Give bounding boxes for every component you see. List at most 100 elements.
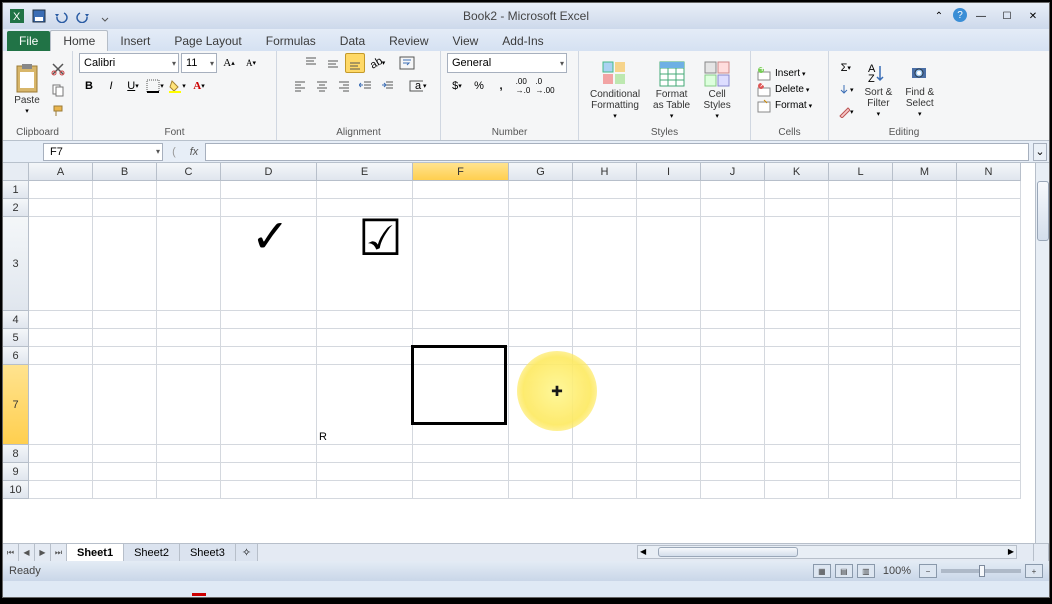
paste-button[interactable]: Paste ▾: [9, 61, 45, 118]
cell-M8[interactable]: [893, 445, 957, 463]
sheet-nav-next[interactable]: ▶: [35, 544, 51, 561]
cell-D2[interactable]: [221, 199, 317, 217]
row-header-5[interactable]: 5: [3, 329, 29, 347]
cell-E10[interactable]: [317, 481, 413, 499]
column-header-M[interactable]: M: [893, 163, 957, 181]
cell-I10[interactable]: [637, 481, 701, 499]
cell-M2[interactable]: [893, 199, 957, 217]
redo-icon[interactable]: [73, 6, 93, 26]
cell-F7[interactable]: [413, 365, 509, 445]
cell-I4[interactable]: [637, 311, 701, 329]
orientation-button[interactable]: ab▾: [367, 53, 387, 73]
number-format-dropdown[interactable]: General: [447, 53, 567, 73]
cell-F2[interactable]: [413, 199, 509, 217]
cell-J6[interactable]: [701, 347, 765, 365]
horizontal-scrollbar[interactable]: ◀ ▶: [637, 545, 1017, 559]
cell-B8[interactable]: [93, 445, 157, 463]
cell-H3[interactable]: [573, 217, 637, 311]
cell-F3[interactable]: [413, 217, 509, 311]
cell-B5[interactable]: [93, 329, 157, 347]
cell-K8[interactable]: [765, 445, 829, 463]
percent-format-button[interactable]: %: [469, 76, 489, 96]
column-header-I[interactable]: I: [637, 163, 701, 181]
cell-I2[interactable]: [637, 199, 701, 217]
cell-M1[interactable]: [893, 181, 957, 199]
cell-N3[interactable]: [957, 217, 1021, 311]
cell-F4[interactable]: [413, 311, 509, 329]
cell-N4[interactable]: [957, 311, 1021, 329]
underline-button[interactable]: U▾: [123, 76, 143, 96]
cell-M4[interactable]: [893, 311, 957, 329]
sheet-tab-2[interactable]: Sheet2: [124, 544, 180, 561]
delete-cells-button[interactable]: ×Delete▾: [757, 83, 812, 97]
name-box[interactable]: F7: [43, 143, 163, 161]
cell-A5[interactable]: [29, 329, 93, 347]
cell-A4[interactable]: [29, 311, 93, 329]
cell-A10[interactable]: [29, 481, 93, 499]
cell-F6[interactable]: [413, 347, 509, 365]
cell-G9[interactable]: [509, 463, 573, 481]
cell-D6[interactable]: [221, 347, 317, 365]
cell-A8[interactable]: [29, 445, 93, 463]
zoom-slider[interactable]: [941, 569, 1021, 573]
column-header-B[interactable]: B: [93, 163, 157, 181]
cell-K1[interactable]: [765, 181, 829, 199]
cell-K2[interactable]: [765, 199, 829, 217]
cell-F5[interactable]: [413, 329, 509, 347]
row-header-3[interactable]: 3: [3, 217, 29, 311]
cell-F1[interactable]: [413, 181, 509, 199]
cell-A6[interactable]: [29, 347, 93, 365]
horizontal-scroll-thumb[interactable]: [658, 547, 798, 557]
help-icon[interactable]: ?: [953, 8, 967, 22]
align-right-button[interactable]: [334, 76, 354, 96]
sheet-resize-handle[interactable]: [1033, 544, 1049, 561]
cell-G10[interactable]: [509, 481, 573, 499]
cell-A1[interactable]: [29, 181, 93, 199]
cell-N6[interactable]: [957, 347, 1021, 365]
cell-G8[interactable]: [509, 445, 573, 463]
cell-I5[interactable]: [637, 329, 701, 347]
cell-K5[interactable]: [765, 329, 829, 347]
cell-C5[interactable]: [157, 329, 221, 347]
border-button[interactable]: ▾: [145, 76, 165, 96]
normal-view-button[interactable]: ▦: [813, 564, 831, 578]
cell-M7[interactable]: [893, 365, 957, 445]
cell-I7[interactable]: [637, 365, 701, 445]
cell-E7[interactable]: R: [317, 365, 413, 445]
zoom-slider-handle[interactable]: [979, 565, 985, 577]
close-button[interactable]: ✕: [1021, 8, 1045, 24]
cell-J2[interactable]: [701, 199, 765, 217]
cell-L9[interactable]: [829, 463, 893, 481]
page-break-view-button[interactable]: ▥: [857, 564, 875, 578]
row-header-8[interactable]: 8: [3, 445, 29, 463]
zoom-out-button[interactable]: −: [919, 564, 937, 578]
cell-N1[interactable]: [957, 181, 1021, 199]
copy-button[interactable]: [48, 80, 68, 100]
cell-N10[interactable]: [957, 481, 1021, 499]
sheet-nav-first[interactable]: ⏮: [3, 544, 19, 561]
tab-data[interactable]: Data: [328, 31, 377, 51]
cell-D9[interactable]: [221, 463, 317, 481]
align-middle-button[interactable]: [323, 53, 343, 73]
tab-view[interactable]: View: [441, 31, 491, 51]
decrease-font-button[interactable]: A▾: [241, 53, 261, 73]
cell-N9[interactable]: [957, 463, 1021, 481]
cell-H2[interactable]: [573, 199, 637, 217]
cell-E4[interactable]: [317, 311, 413, 329]
select-all-corner[interactable]: [3, 163, 29, 181]
bold-button[interactable]: B: [79, 76, 99, 96]
qat-more-icon[interactable]: [95, 6, 115, 26]
column-header-F[interactable]: F: [413, 163, 509, 181]
cell-M3[interactable]: [893, 217, 957, 311]
align-center-button[interactable]: [312, 76, 332, 96]
cell-M5[interactable]: [893, 329, 957, 347]
align-top-button[interactable]: [301, 53, 321, 73]
cell-N7[interactable]: [957, 365, 1021, 445]
row-header-1[interactable]: 1: [3, 181, 29, 199]
decrease-decimal-button[interactable]: .0→.00: [535, 76, 555, 96]
increase-indent-button[interactable]: [378, 76, 398, 96]
cell-L1[interactable]: [829, 181, 893, 199]
column-header-K[interactable]: K: [765, 163, 829, 181]
ribbon-minimize-icon[interactable]: ⌃: [927, 8, 951, 24]
conditional-formatting-button[interactable]: Conditional Formatting▾: [585, 57, 645, 123]
